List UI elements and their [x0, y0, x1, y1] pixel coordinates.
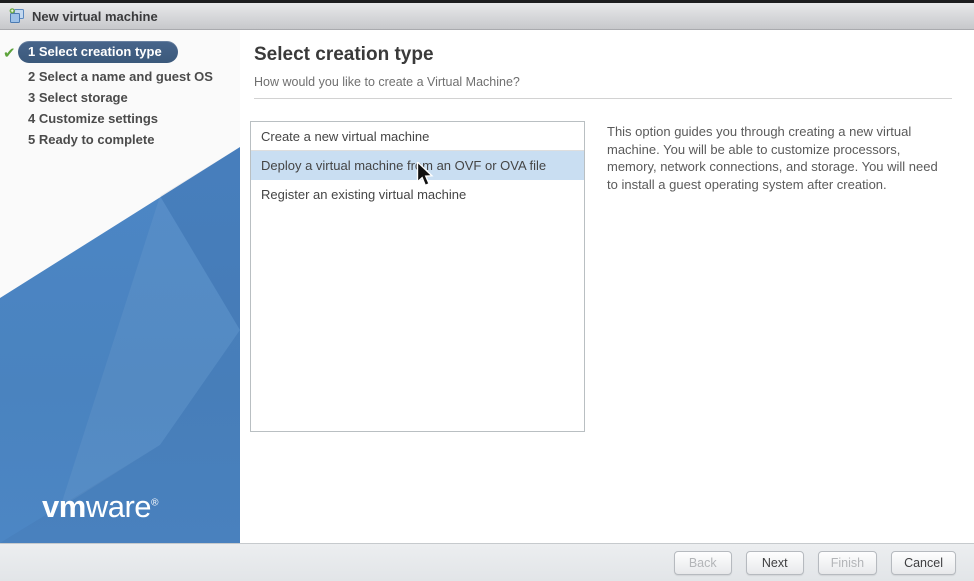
option-register-existing-vm[interactable]: Register an existing virtual machine: [251, 180, 584, 209]
window-titlebar: New virtual machine: [0, 0, 974, 30]
back-button: Back: [674, 551, 732, 575]
page-title: Select creation type: [254, 44, 952, 66]
option-deploy-ovf-ova[interactable]: Deploy a virtual machine from an OVF or …: [251, 151, 584, 180]
window-title: New virtual machine: [32, 9, 158, 24]
creation-type-listbox: Create a new virtual machine Deploy a vi…: [250, 121, 585, 432]
wizard-step-list: ✔ 1 Select creation type 2 Select a name…: [0, 30, 240, 150]
step-select-creation-type[interactable]: 1 Select creation type: [18, 41, 178, 63]
option-create-new-vm[interactable]: Create a new virtual machine: [251, 122, 584, 151]
vmware-logo: vmware®: [0, 489, 200, 525]
step-completed-check-icon: ✔: [3, 44, 16, 62]
wizard-footer: Back Next Finish Cancel: [0, 543, 974, 581]
new-vm-icon: [8, 7, 26, 25]
step-select-storage[interactable]: 3 Select storage: [0, 87, 240, 108]
option-description: This option guides you through creating …: [607, 121, 952, 432]
finish-button: Finish: [818, 551, 877, 575]
new-vm-wizard-window: New virtual machine ✔ 1 Select creation …: [0, 0, 974, 581]
next-button[interactable]: Next: [746, 551, 804, 575]
step-select-name-guest-os[interactable]: 2 Select a name and guest OS: [0, 66, 240, 87]
page-subtitle: How would you like to create a Virtual M…: [254, 75, 952, 89]
step-ready-to-complete[interactable]: 5 Ready to complete: [0, 129, 240, 150]
wizard-sidebar: ✔ 1 Select creation type 2 Select a name…: [0, 30, 240, 543]
header-divider: [254, 98, 952, 99]
step-customize-settings[interactable]: 4 Customize settings: [0, 108, 240, 129]
cancel-button[interactable]: Cancel: [891, 551, 956, 575]
wizard-content: Select creation type How would you like …: [240, 30, 974, 543]
